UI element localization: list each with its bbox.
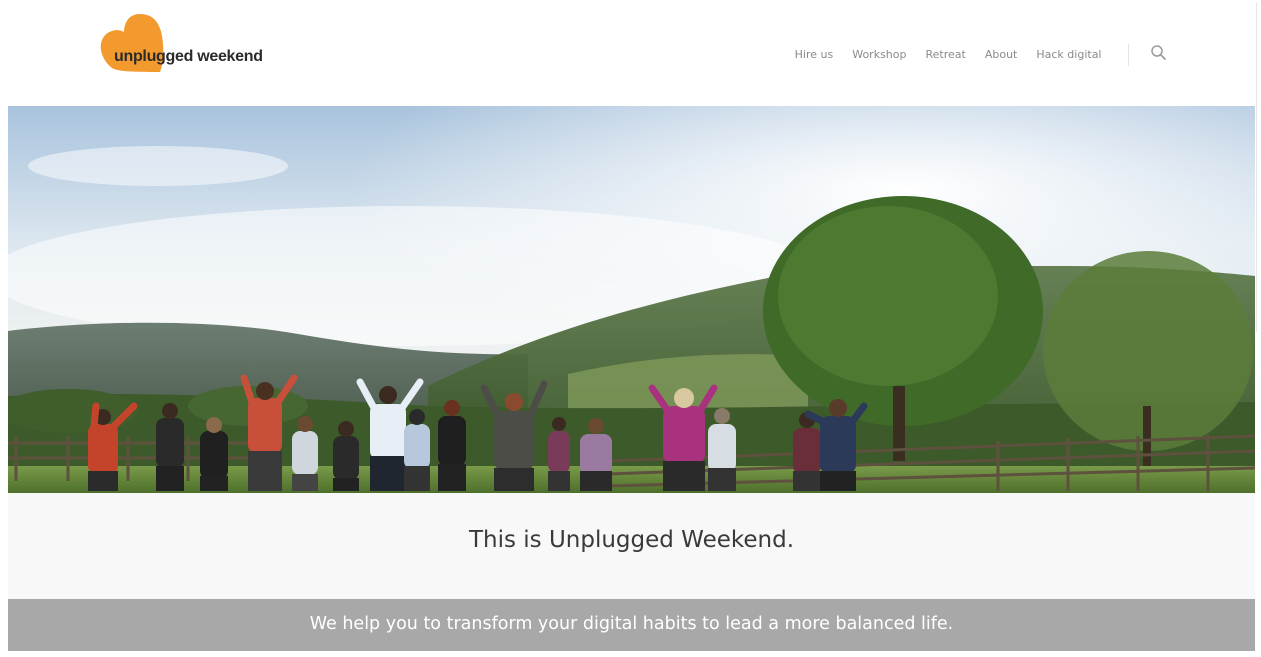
scrollbar-thumb[interactable] [1256, 2, 1260, 332]
nav-item-hack-digital[interactable]: Hack digital [1027, 48, 1111, 61]
intro-title: This is Unplugged Weekend. [468, 527, 795, 553]
tagline-banner: We help you to transform your digital ha… [8, 599, 1255, 651]
nav-item-retreat[interactable]: Retreat [916, 48, 975, 61]
nav-item-about[interactable]: About [975, 48, 1027, 61]
nav-divider [1128, 44, 1129, 66]
tagline-text: We help you to transform your digital ha… [309, 614, 954, 634]
main-nav: Hire us Workshop Retreat About Hack digi… [785, 48, 1111, 61]
nav-item-hire-us[interactable]: Hire us [785, 48, 843, 61]
nav-item-workshop[interactable]: Workshop [843, 48, 916, 61]
site-header: unplugged weekend Hire us Workshop Retre… [0, 0, 1261, 106]
search-icon[interactable] [1150, 44, 1168, 62]
hero-image [8, 106, 1255, 493]
site-logo[interactable]: unplugged weekend [98, 12, 268, 74]
logo-text: unplugged weekend [114, 48, 263, 65]
intro-section: This is Unplugged Weekend. [8, 493, 1255, 599]
